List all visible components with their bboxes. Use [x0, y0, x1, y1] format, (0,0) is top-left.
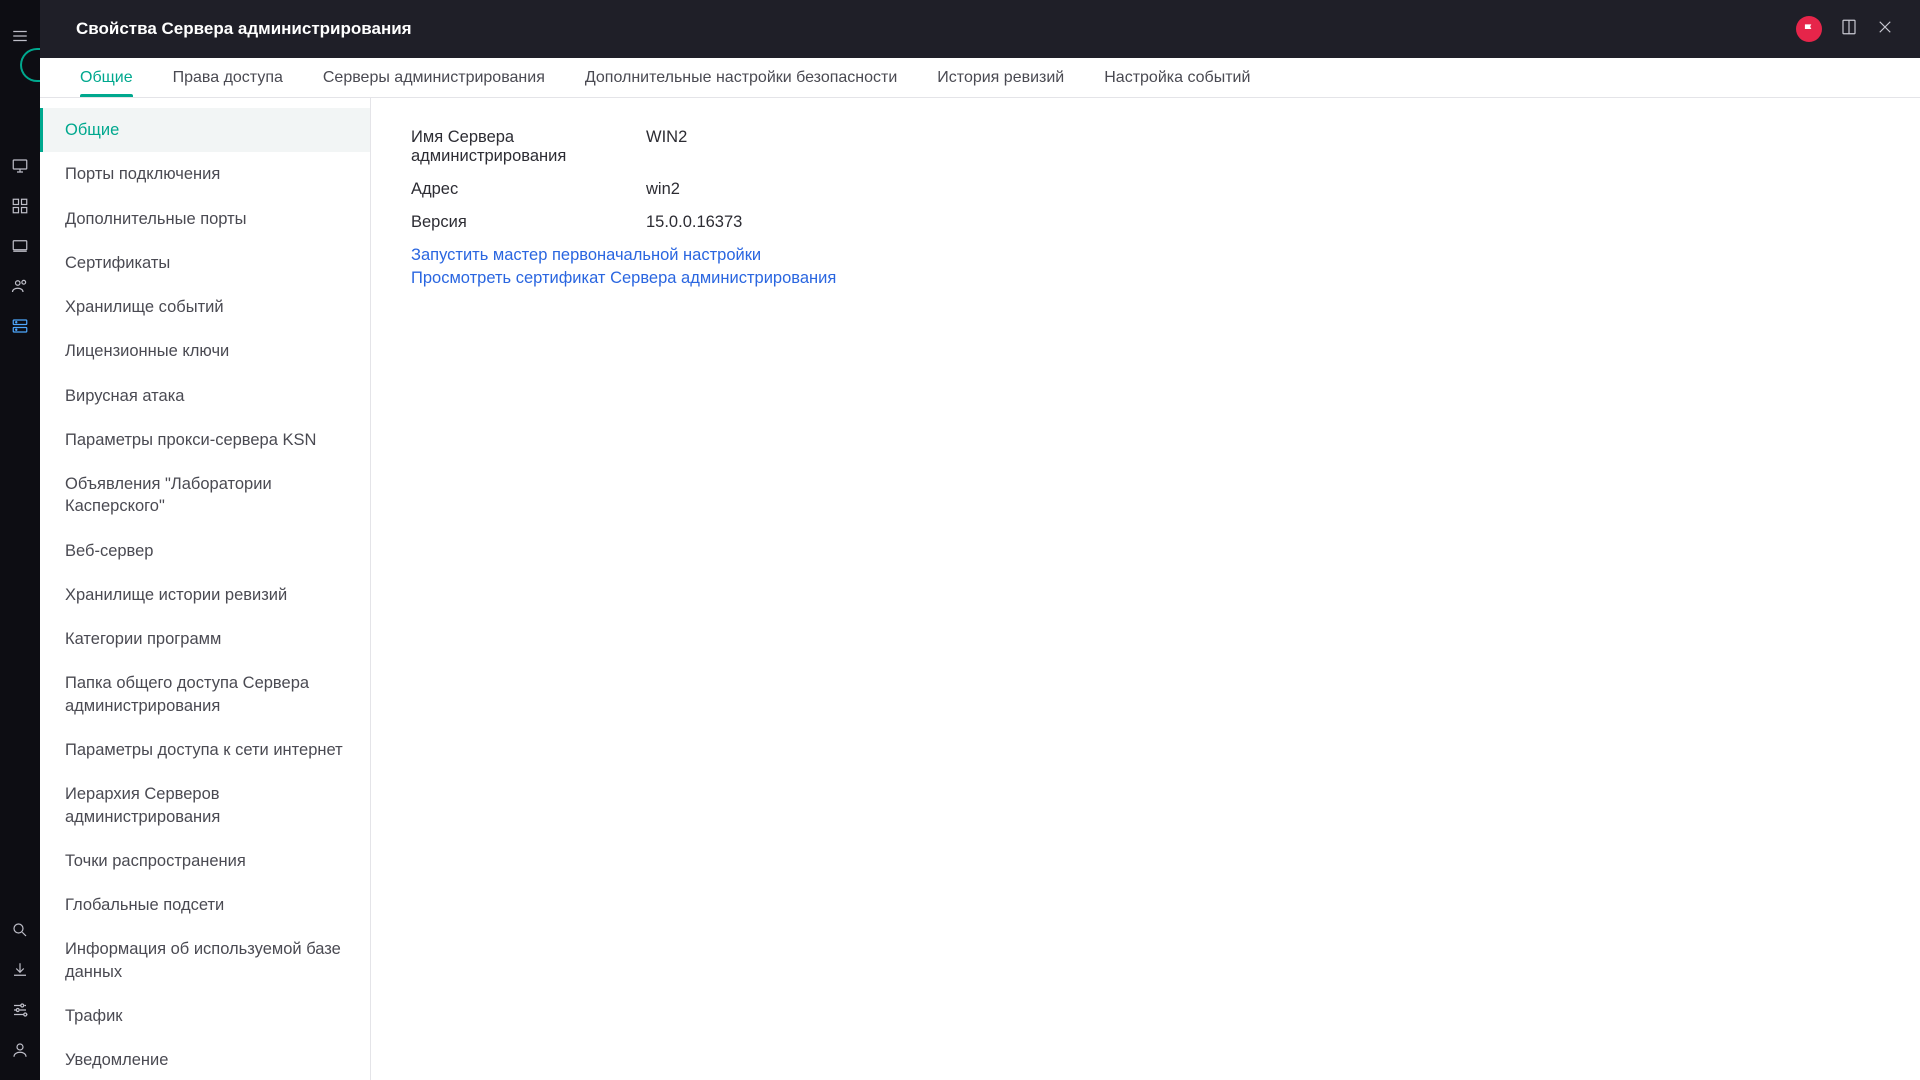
subnav: Общие Порты подключения Дополнительные п…	[40, 98, 371, 1080]
tab-general[interactable]: Общие	[60, 58, 153, 97]
book-icon[interactable]	[1840, 18, 1858, 41]
link-run-wizard[interactable]: Запустить мастер первоначальной настройк…	[411, 246, 761, 264]
nav-users-icon[interactable]	[0, 266, 40, 306]
link-run-wizard-row: Запустить мастер первоначальной настройк…	[411, 246, 1880, 265]
subnav-item-notification[interactable]: Уведомление	[40, 1038, 370, 1080]
tab-access[interactable]: Права доступа	[153, 58, 303, 97]
label-address: Адрес	[411, 180, 646, 199]
subnav-label: Хранилище истории ревизий	[65, 586, 287, 604]
nav-grid-icon[interactable]	[0, 186, 40, 226]
row-version: Версия 15.0.0.16373	[411, 213, 1880, 232]
subnav-item-db-info[interactable]: Информация об используемой базе данных	[40, 927, 370, 994]
close-icon[interactable]	[1876, 18, 1894, 41]
nav-search-icon[interactable]	[0, 910, 40, 950]
subnav-item-kl-announce[interactable]: Объявления "Лаборатории Касперского"	[40, 462, 370, 529]
subnav-item-license-keys[interactable]: Лицензионные ключи	[40, 329, 370, 373]
subnav-label: Хранилище событий	[65, 298, 224, 316]
link-view-cert-row: Просмотреть сертификат Сервера администр…	[411, 269, 1880, 288]
brand-logo-fragment	[20, 48, 40, 82]
subnav-label: Вирусная атака	[65, 387, 184, 405]
nav-display-icon[interactable]	[0, 226, 40, 266]
subnav-item-app-categories[interactable]: Категории программ	[40, 617, 370, 661]
subnav-item-rev-store[interactable]: Хранилище истории ревизий	[40, 573, 370, 617]
tab-row: Общие Права доступа Серверы администриро…	[40, 58, 1920, 98]
content-area: Имя Сервера администрирования WIN2 Адрес…	[371, 98, 1920, 1080]
subnav-item-general[interactable]: Общие	[40, 108, 370, 152]
panel-title: Свойства Сервера администрирования	[76, 19, 412, 39]
nav-sliders-icon[interactable]	[0, 990, 40, 1030]
label-server-name: Имя Сервера администрирования	[411, 128, 646, 166]
value-address: win2	[646, 180, 680, 199]
tab-events[interactable]: Настройка событий	[1084, 58, 1270, 97]
subnav-label: Параметры прокси-сервера KSN	[65, 431, 316, 449]
subnav-label: Сертификаты	[65, 254, 170, 272]
subnav-label: Объявления "Лаборатории Касперского"	[65, 475, 272, 515]
subnav-item-global-subnets[interactable]: Глобальные подсети	[40, 883, 370, 927]
properties-panel: Свойства Сервера администрирования Общие…	[40, 0, 1920, 1080]
tab-label: Общие	[80, 69, 133, 87]
subnav-item-certs[interactable]: Сертификаты	[40, 241, 370, 285]
subnav-label: Веб-сервер	[65, 542, 153, 560]
subnav-item-ksn-proxy[interactable]: Параметры прокси-сервера KSN	[40, 418, 370, 462]
tab-servers[interactable]: Серверы администрирования	[303, 58, 565, 97]
subnav-label: Трафик	[65, 1007, 123, 1025]
tab-history[interactable]: История ревизий	[917, 58, 1084, 97]
tab-label: История ревизий	[937, 69, 1064, 87]
subnav-label: Дополнительные порты	[65, 210, 247, 228]
nav-server-icon[interactable]	[0, 306, 40, 346]
tab-label: Настройка событий	[1104, 69, 1250, 87]
subnav-item-shared-folder[interactable]: Папка общего доступа Сервера администрир…	[40, 661, 370, 728]
header-actions	[1796, 16, 1894, 42]
tab-label: Права доступа	[173, 69, 283, 87]
panel-body: Общие Порты подключения Дополнительные п…	[40, 98, 1920, 1080]
subnav-item-web-server[interactable]: Веб-сервер	[40, 529, 370, 573]
subnav-item-inet-access[interactable]: Параметры доступа к сети интернет	[40, 728, 370, 772]
alert-flag-badge[interactable]	[1796, 16, 1822, 42]
subnav-label: Лицензионные ключи	[65, 342, 229, 360]
row-address: Адрес win2	[411, 180, 1880, 199]
label-version: Версия	[411, 213, 646, 232]
subnav-label: Иерархия Серверов администрирования	[65, 785, 220, 825]
subnav-item-extra-ports[interactable]: Дополнительные порты	[40, 197, 370, 241]
panel-header: Свойства Сервера администрирования	[40, 0, 1920, 58]
subnav-item-event-store[interactable]: Хранилище событий	[40, 285, 370, 329]
subnav-item-ports[interactable]: Порты подключения	[40, 152, 370, 196]
nav-user-icon[interactable]	[0, 1030, 40, 1070]
subnav-label: Общие	[65, 121, 119, 139]
subnav-label: Параметры доступа к сети интернет	[65, 741, 343, 759]
tab-label: Дополнительные настройки безопасности	[585, 69, 897, 87]
subnav-item-virus-attack[interactable]: Вирусная атака	[40, 374, 370, 418]
subnav-label: Порты подключения	[65, 165, 220, 183]
subnav-item-hierarchy[interactable]: Иерархия Серверов администрирования	[40, 772, 370, 839]
subnav-label: Информация об используемой базе данных	[65, 940, 341, 980]
subnav-label: Категории программ	[65, 630, 221, 648]
app-rail	[0, 0, 40, 1080]
subnav-item-dist-points[interactable]: Точки распространения	[40, 839, 370, 883]
nav-download-icon[interactable]	[0, 950, 40, 990]
value-version: 15.0.0.16373	[646, 213, 742, 232]
value-server-name: WIN2	[646, 128, 687, 166]
subnav-item-traffic[interactable]: Трафик	[40, 994, 370, 1038]
tab-label: Серверы администрирования	[323, 69, 545, 87]
tab-security[interactable]: Дополнительные настройки безопасности	[565, 58, 917, 97]
subnav-label: Уведомление	[65, 1051, 168, 1069]
link-view-cert[interactable]: Просмотреть сертификат Сервера администр…	[411, 269, 836, 287]
nav-monitor-icon[interactable]	[0, 146, 40, 186]
subnav-label: Глобальные подсети	[65, 896, 224, 914]
row-server-name: Имя Сервера администрирования WIN2	[411, 128, 1880, 166]
subnav-label: Точки распространения	[65, 852, 246, 870]
subnav-label: Папка общего доступа Сервера администрир…	[65, 674, 309, 714]
